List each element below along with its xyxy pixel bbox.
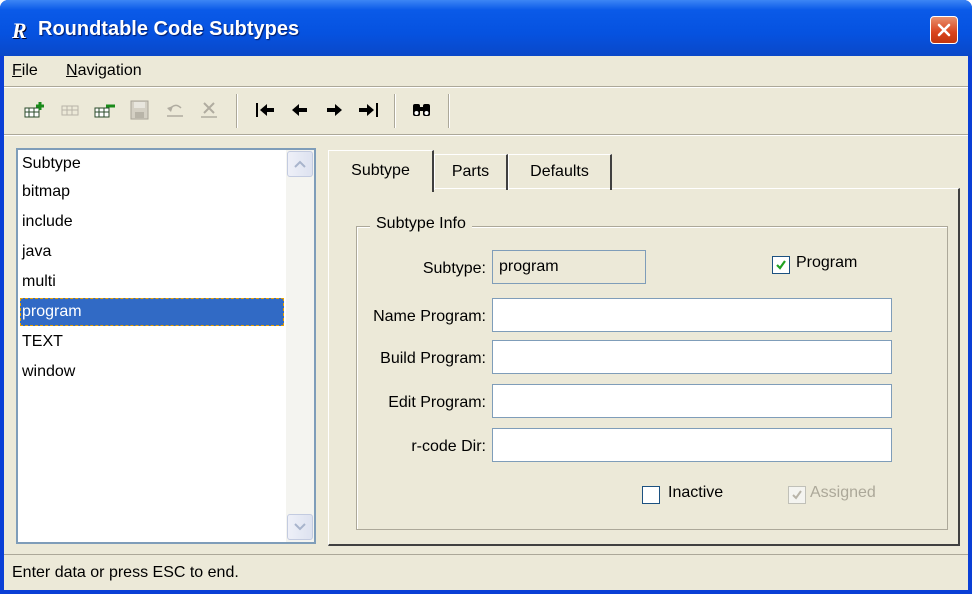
list-item[interactable]: TEXT	[20, 328, 284, 356]
status-bar: Enter data or press ESC to end.	[4, 554, 968, 591]
subtype-listbox[interactable]: Subtype bitmap include java multi progra…	[16, 148, 316, 544]
first-record-button[interactable]	[252, 96, 280, 124]
menu-bar: File Navigation	[4, 56, 968, 86]
name-program-label: Name Program:	[373, 308, 486, 325]
inactive-checkbox-label[interactable]: Inactive	[668, 484, 723, 502]
name-program-input[interactable]	[492, 298, 892, 332]
delete-record-icon	[94, 104, 115, 118]
first-record-icon	[256, 103, 274, 117]
toolbar-separator	[236, 94, 238, 128]
menu-file[interactable]: File	[12, 62, 38, 80]
prev-record-icon	[292, 104, 307, 116]
list-item[interactable]: bitmap	[20, 178, 284, 206]
menu-navigation-mnemonic: N	[66, 62, 78, 79]
cancel-button[interactable]	[196, 96, 224, 124]
subtype-info-title: Subtype Info	[370, 215, 472, 233]
program-checkbox-label[interactable]: Program	[796, 254, 857, 272]
chevron-up-icon	[294, 160, 306, 168]
add-record-button[interactable]	[22, 96, 50, 124]
scroll-down-button[interactable]	[287, 514, 313, 540]
title-bar[interactable]: R Roundtable Code Subtypes	[0, 0, 972, 56]
menu-file-label: ile	[21, 62, 38, 79]
menu-navigation[interactable]: Navigation	[66, 62, 142, 80]
edit-program-input[interactable]	[492, 384, 892, 418]
roundtable-app-icon: R	[12, 18, 27, 43]
toolbar-separator	[394, 94, 396, 128]
tab-parts[interactable]: Parts	[434, 154, 508, 190]
list-item[interactable]: java	[20, 238, 284, 266]
rcode-dir-input[interactable]	[492, 428, 892, 462]
client-area: File Navigation Subtype bitmap include j…	[4, 56, 968, 590]
toolbar	[8, 90, 964, 132]
subtype-field-value: program	[499, 258, 559, 275]
save-button[interactable]	[126, 96, 154, 124]
close-icon	[937, 23, 951, 37]
app-window: R Roundtable Code Subtypes File Navigati…	[0, 0, 972, 594]
prev-record-button[interactable]	[286, 96, 314, 124]
undo-icon	[167, 104, 183, 117]
status-text: Enter data or press ESC to end.	[12, 564, 239, 581]
tab-subtype[interactable]: Subtype	[328, 150, 434, 192]
list-item[interactable]: multi	[20, 268, 284, 296]
last-record-icon	[359, 103, 378, 117]
menu-navigation-label: avigation	[77, 62, 142, 79]
edit-program-label: Edit Program:	[388, 394, 486, 411]
subtype-label: Subtype:	[422, 260, 486, 277]
list-scrollbar[interactable]	[286, 150, 314, 542]
next-record-icon	[327, 104, 342, 116]
save-icon	[130, 100, 149, 120]
checkmark-icon	[792, 490, 802, 500]
subtype-field: program	[492, 250, 646, 284]
binoculars-find-icon	[413, 104, 430, 116]
list-item-selected[interactable]: program	[20, 298, 284, 326]
toolbar-divider	[4, 134, 968, 136]
copy-record-button[interactable]	[58, 96, 86, 124]
menu-file-mnemonic: F	[12, 62, 22, 79]
close-button[interactable]	[930, 16, 958, 44]
cancel-icon	[201, 102, 217, 118]
rcode-dir-label: r-code Dir:	[411, 438, 486, 455]
window-title: Roundtable Code Subtypes	[38, 18, 300, 40]
program-checkbox[interactable]	[772, 256, 790, 274]
menubar-divider	[4, 86, 968, 88]
build-program-label: Build Program:	[380, 350, 486, 367]
list-header: Subtype	[22, 155, 81, 172]
undo-button[interactable]	[162, 96, 190, 124]
checkmark-icon	[776, 260, 786, 270]
build-program-input[interactable]	[492, 340, 892, 374]
toolbar-separator	[448, 94, 450, 128]
chevron-down-icon	[294, 523, 306, 531]
scroll-up-button[interactable]	[287, 151, 313, 177]
assigned-checkbox	[788, 486, 806, 504]
inactive-checkbox[interactable]	[642, 486, 660, 504]
copy-record-icon	[61, 105, 79, 116]
find-button[interactable]	[408, 96, 436, 124]
delete-record-button[interactable]	[92, 96, 120, 124]
last-record-button[interactable]	[354, 96, 382, 124]
tab-defaults[interactable]: Defaults	[508, 154, 612, 190]
add-record-icon	[24, 102, 44, 118]
list-item[interactable]: window	[20, 358, 284, 386]
assigned-checkbox-label: Assigned	[810, 484, 876, 501]
next-record-button[interactable]	[320, 96, 348, 124]
list-item[interactable]: include	[20, 208, 284, 236]
